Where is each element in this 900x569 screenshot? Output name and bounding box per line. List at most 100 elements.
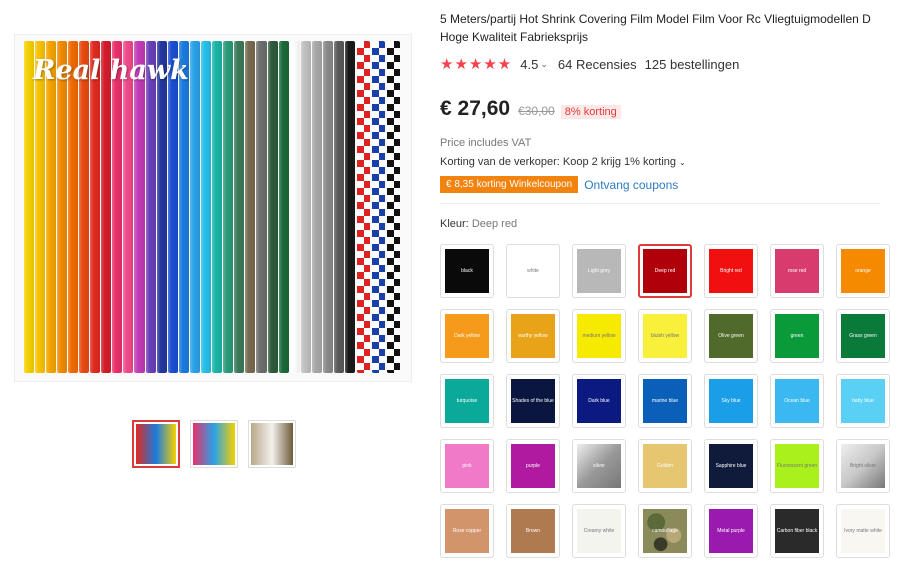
color-swatch[interactable]: Ocean blue	[770, 374, 824, 428]
color-swatch[interactable]: Sapphire blue	[704, 439, 758, 493]
color-swatch-fill: Shades of the blue	[511, 379, 555, 423]
color-swatch[interactable]: black	[440, 244, 494, 298]
color-selected-value: Deep red	[471, 218, 518, 230]
product-details: 5 Meters/partij Hot Shrink Covering Film…	[440, 10, 900, 230]
color-tube	[212, 41, 223, 373]
color-swatch[interactable]: purple	[506, 439, 560, 493]
color-tube	[245, 41, 256, 373]
color-swatch[interactable]: green	[770, 309, 824, 363]
color-swatch[interactable]: Golden	[638, 439, 692, 493]
product-title-line-2: Hoge Kwaliteit Fabrieksprijs	[440, 30, 589, 44]
color-swatch[interactable]: white	[506, 244, 560, 298]
color-swatch-fill: turquoise	[445, 379, 489, 423]
checker-tube	[387, 41, 401, 373]
color-swatch[interactable]: Creamy white	[572, 504, 626, 558]
color-tube	[267, 41, 278, 373]
thumbnail-image[interactable]	[190, 420, 238, 468]
product-title-line-1: 5 Meters/partij Hot Shrink Covering Film…	[440, 12, 871, 26]
color-swatch-fill: camouflage	[643, 509, 687, 553]
coupon-row: € 8,35 korting Winkelcoupon Ontvang coup…	[440, 176, 900, 193]
color-swatch[interactable]: Bright silver	[836, 439, 890, 493]
color-swatch[interactable]: Light grey	[572, 244, 626, 298]
thumbnail-image[interactable]	[132, 420, 180, 468]
color-swatch[interactable]: Olive green	[704, 309, 758, 363]
color-tube	[90, 41, 101, 373]
checker-tube	[356, 41, 370, 373]
get-coupons-link[interactable]: Ontvang coupons	[584, 178, 678, 192]
color-swatch-fill: Ocean blue	[775, 379, 819, 423]
color-swatch-fill: Rose copper	[445, 509, 489, 553]
main-product-image[interactable]: Real hawk	[14, 34, 412, 382]
color-swatch[interactable]: bluish yellow	[638, 309, 692, 363]
reviews-link[interactable]: 64 Recensies	[558, 57, 637, 72]
color-tube	[167, 41, 178, 373]
color-tube	[23, 41, 34, 373]
original-price: €30,00	[518, 104, 555, 118]
color-swatch[interactable]: Rose copper	[440, 504, 494, 558]
thumbnail-image[interactable]	[248, 420, 296, 468]
color-swatch[interactable]: rose red	[770, 244, 824, 298]
color-swatch[interactable]: Carbon fiber black	[770, 504, 824, 558]
color-swatch[interactable]: Deep red	[638, 244, 692, 298]
color-swatch-grid: black white Light grey Deep red Bright red ro…	[440, 244, 890, 558]
color-swatch[interactable]: orange	[836, 244, 890, 298]
color-swatch[interactable]: silver	[572, 439, 626, 493]
color-tube	[345, 41, 356, 373]
thumbnail-preview	[251, 423, 293, 465]
color-tube	[311, 41, 323, 373]
color-swatch[interactable]: camouflage	[638, 504, 692, 558]
color-swatch[interactable]: Ivory matte white	[836, 504, 890, 558]
color-swatch-fill: Golden	[643, 444, 687, 488]
color-swatch-fill: Deep red	[643, 249, 687, 293]
color-swatch-fill: purple	[511, 444, 555, 488]
color-swatch[interactable]: turquoise	[440, 374, 494, 428]
color-swatch[interactable]: Bright red	[704, 244, 758, 298]
color-swatch-fill: Grass green	[841, 314, 885, 358]
rating-value[interactable]: 4.5	[520, 57, 538, 72]
color-swatch[interactable]: marine blue	[638, 374, 692, 428]
color-swatch[interactable]: Dark blue	[572, 374, 626, 428]
color-tube	[78, 41, 90, 373]
color-swatch[interactable]: Fluorescent green	[770, 439, 824, 493]
color-swatch[interactable]: baby blue	[836, 374, 890, 428]
color-swatch[interactable]: Shades of the blue	[506, 374, 560, 428]
color-swatch-fill: earthy yellow	[511, 314, 555, 358]
color-swatch-fill: baby blue	[841, 379, 885, 423]
color-swatch-fill: orange	[841, 249, 885, 293]
price-row: € 27,60 €30,00 8% korting	[440, 97, 900, 121]
color-swatch[interactable]: Dark yellow	[440, 309, 494, 363]
color-swatch-fill: Bright silver	[841, 444, 885, 488]
color-swatch-fill: Sky blue	[709, 379, 753, 423]
color-swatch-fill: medium yellow	[577, 314, 621, 358]
orders-count: 125 bestellingen	[644, 56, 740, 72]
color-tube	[56, 41, 67, 373]
current-price: € 27,60	[440, 97, 511, 120]
color-tube	[45, 41, 56, 373]
color-swatch-fill: Ivory matte white	[841, 509, 885, 553]
color-tube	[101, 41, 112, 373]
color-swatch[interactable]: Metal purple	[704, 504, 758, 558]
color-swatch-fill: white	[511, 249, 555, 293]
color-tube	[34, 41, 45, 373]
color-swatch[interactable]: Grass green	[836, 309, 890, 363]
color-swatch-fill: Fluorescent green	[775, 444, 819, 488]
color-swatch[interactable]: pink	[440, 439, 494, 493]
color-swatch[interactable]: earthy yellow	[506, 309, 560, 363]
color-swatch-fill: marine blue	[643, 379, 687, 423]
coupon-badge[interactable]: € 8,35 korting Winkelcoupon	[440, 176, 579, 193]
color-swatch-fill: Metal purple	[709, 509, 753, 553]
checker-tube	[371, 41, 386, 373]
color-swatch-fill: green	[775, 314, 819, 358]
color-swatch[interactable]: Brown	[506, 504, 560, 558]
chevron-down-icon[interactable]: ⌄	[540, 59, 548, 70]
color-swatch-fill: Olive green	[709, 314, 753, 358]
color-tube	[334, 41, 345, 373]
color-swatch[interactable]: medium yellow	[572, 309, 626, 363]
color-tube	[134, 41, 145, 373]
seller-discount[interactable]: Korting van de verkoper: Koop 2 krijg 1%…	[440, 156, 900, 168]
color-tube	[123, 41, 134, 373]
color-swatch-fill: Brown	[511, 509, 555, 553]
color-tube	[178, 41, 189, 373]
color-swatch[interactable]: Sky blue	[704, 374, 758, 428]
color-tube	[289, 41, 300, 373]
